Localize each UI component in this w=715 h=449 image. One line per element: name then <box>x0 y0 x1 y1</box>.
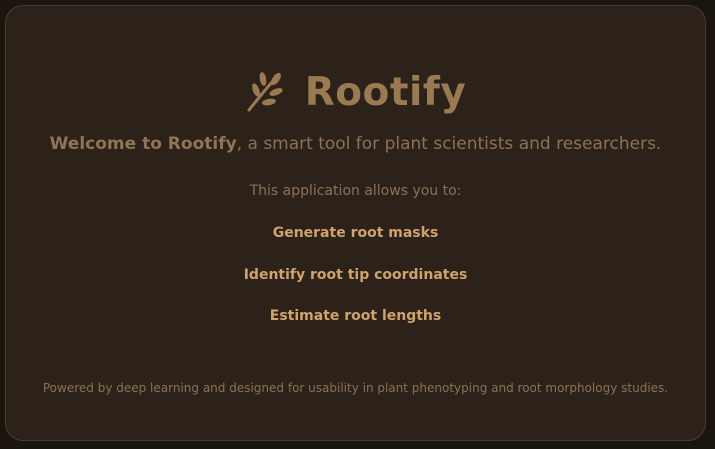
welcome-rest: , a smart tool for plant scientists and … <box>236 134 662 154</box>
welcome-bold: Welcome to Rootify <box>49 134 237 154</box>
intro-text: This application allows you to: <box>249 183 462 199</box>
feature-identify-root-tips: Identify root tip coordinates <box>243 267 468 283</box>
feature-generate-root-masks: Generate root masks <box>272 225 439 241</box>
brand-header: Rootify <box>6 64 705 120</box>
footer-text: Powered by deep learning and designed fo… <box>42 381 669 395</box>
welcome-card: Rootify Welcome to Rootify, a smart tool… <box>5 5 706 441</box>
app-title: Rootify <box>304 69 467 115</box>
feature-estimate-root-lengths: Estimate root lengths <box>269 308 442 324</box>
leaf-branch-icon <box>247 72 283 112</box>
welcome-text: Welcome to Rootify, a smart tool for pla… <box>6 134 705 154</box>
